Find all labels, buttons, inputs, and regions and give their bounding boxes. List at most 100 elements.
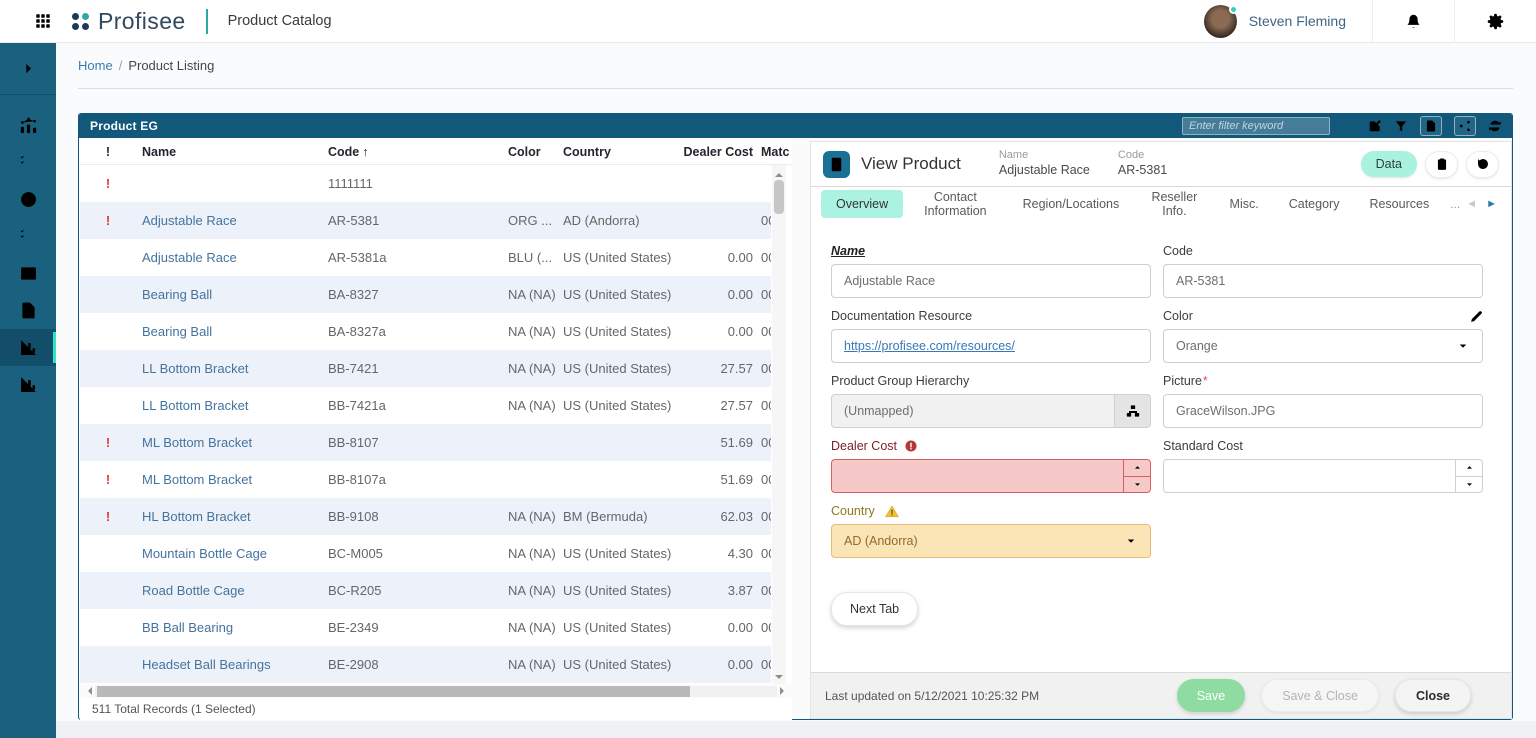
next-tab-button[interactable]: Next Tab [831, 592, 918, 626]
add-color-icon[interactable] [1446, 310, 1459, 323]
save-button[interactable]: Save [1177, 679, 1246, 712]
table-row[interactable]: BB Ball Bearing BE-2349 NA (NA) US (Unit… [80, 609, 771, 646]
cell-name: Adjustable Race [136, 213, 326, 228]
tab-region-locations[interactable]: Region/Locations [1008, 190, 1135, 218]
product-group-hierarchy-input[interactable]: (Unmapped) [831, 394, 1114, 428]
table-row[interactable]: ! ML Bottom Bracket BB-8107a 51.69 00 [80, 461, 771, 498]
table-row[interactable]: LL Bottom Bracket BB-7421a NA (NA) US (U… [80, 387, 771, 424]
dealer-cost-input[interactable] [831, 459, 1151, 493]
scroll-right-icon[interactable] [780, 687, 788, 695]
notifications-bell-icon[interactable] [1373, 13, 1454, 30]
sidebar-expand-button[interactable] [0, 43, 56, 95]
vertical-scrollbar-thumb[interactable] [774, 180, 784, 214]
color-dropdown[interactable]: Orange [1163, 329, 1483, 363]
column-header-error[interactable]: ! [80, 145, 136, 159]
logo-dots-icon [72, 13, 89, 30]
tab-resources[interactable]: Resources [1354, 190, 1444, 218]
color-label: Color [1163, 309, 1193, 323]
column-header-color[interactable]: Color [506, 145, 561, 159]
table-row[interactable]: Adjustable Race AR-5381a BLU (... US (Un… [80, 239, 771, 276]
tab-scroll-right-icon[interactable]: ► [1486, 198, 1497, 210]
table-row[interactable]: LL Bottom Bracket BB-7421 NA (NA) US (Un… [80, 350, 771, 387]
documentation-resource-input[interactable]: https://profisee.com/resources/ [831, 329, 1151, 363]
table-row[interactable]: Road Bottle Cage BC-R205 NA (NA) US (Uni… [80, 572, 771, 609]
breadcrumb-home-link[interactable]: Home [78, 58, 113, 73]
grid-rows: ! 1111111 ! Adjustable Race AR-5381 ORG … [80, 165, 771, 684]
avatar[interactable] [1204, 5, 1237, 38]
scroll-up-icon[interactable] [775, 169, 783, 177]
cell-country: AD (Andorra) [561, 213, 681, 228]
stepper-down-icon[interactable] [1124, 477, 1150, 493]
table-row[interactable]: ! 1111111 [80, 165, 771, 202]
refresh-icon[interactable] [1488, 119, 1502, 133]
history-icon[interactable] [1466, 151, 1499, 178]
name-input[interactable] [831, 264, 1151, 298]
table-row[interactable]: Bearing Ball BA-8327a NA (NA) US (United… [80, 313, 771, 350]
hierarchy-picker-icon[interactable] [1114, 394, 1151, 428]
code-input[interactable] [1163, 264, 1483, 298]
sidebar-item-checklist-icon[interactable] [0, 144, 56, 181]
sidebar-item-bar-chart-icon[interactable] [0, 366, 56, 403]
cell-country: US (United States) [561, 583, 681, 598]
sidebar-item-checklist-icon[interactable] [0, 218, 56, 255]
plus-icon[interactable] [1342, 119, 1356, 133]
table-row[interactable]: Bearing Ball BA-8327 NA (NA) US (United … [80, 276, 771, 313]
stepper-up-icon[interactable] [1456, 460, 1482, 477]
cell-code: AR-5381 [326, 213, 506, 228]
horizontal-scrollbar-thumb[interactable] [97, 686, 690, 697]
user-name[interactable]: Steven Fleming [1249, 13, 1346, 29]
sidebar-item-bar-chart-icon[interactable] [0, 329, 56, 366]
tab-scroll-nav: ◄ ► [1466, 198, 1501, 210]
cell-country: US (United States) [561, 398, 681, 413]
main-content: Home / Product Listing Product EG ! Name… [56, 43, 1536, 738]
tab-scroll-left-icon[interactable]: ◄ [1466, 198, 1477, 210]
tab-overview[interactable]: Overview [821, 190, 903, 218]
tab-misc[interactable]: Misc. [1215, 190, 1274, 218]
save-and-close-button[interactable]: Save & Close [1261, 679, 1379, 712]
table-row[interactable]: Headset Ball Bearings BE-2908 NA (NA) US… [80, 646, 771, 683]
tabs-overflow[interactable]: ... [1444, 197, 1466, 211]
column-header-name[interactable]: Name [136, 145, 326, 159]
table-row[interactable]: ! ML Bottom Bracket BB-8107 51.69 00 [80, 424, 771, 461]
header-divider [206, 9, 208, 34]
column-header-match[interactable]: Matc [761, 145, 801, 159]
scroll-down-icon[interactable] [775, 675, 783, 683]
tab-contact-information[interactable]: Contact Information [903, 183, 1008, 225]
scroll-left-icon[interactable] [84, 687, 92, 695]
picture-input[interactable] [1163, 394, 1483, 428]
table-row[interactable]: ! Adjustable Race AR-5381 ORG ... AD (An… [80, 202, 771, 239]
standard-cost-input[interactable] [1163, 459, 1483, 493]
settings-gear-icon[interactable] [1455, 13, 1536, 30]
column-header-code[interactable]: Code↑ [326, 145, 506, 159]
app-launcher-icon[interactable] [34, 10, 56, 32]
close-button[interactable]: Close [1395, 679, 1471, 712]
sidebar-item-columns-icon[interactable] [0, 255, 56, 292]
edit-color-icon[interactable] [1470, 310, 1483, 323]
vertical-scrollbar[interactable] [772, 165, 786, 684]
horizontal-scrollbar-track[interactable] [95, 686, 777, 697]
filter-keyword-input[interactable] [1182, 117, 1330, 135]
cell-color: NA (NA) [506, 657, 561, 672]
table-row[interactable]: Mountain Bottle Cage BC-M005 NA (NA) US … [80, 535, 771, 572]
sidebar-item-document-icon[interactable] [0, 292, 56, 329]
table-row[interactable]: ! HL Bottom Bracket BB-9108 NA (NA) BM (… [80, 498, 771, 535]
tab-reseller-info[interactable]: Reseller Info. [1134, 183, 1214, 225]
country-dropdown[interactable]: AD (Andorra) [831, 524, 1151, 558]
column-header-country[interactable]: Country [561, 145, 681, 159]
documentation-resource-link[interactable]: https://profisee.com/resources/ [844, 339, 1015, 353]
horizontal-scrollbar[interactable] [80, 684, 792, 698]
tab-category[interactable]: Category [1274, 190, 1355, 218]
sidebar-item-combo-chart-icon[interactable] [0, 107, 56, 144]
stepper-up-icon[interactable] [1124, 460, 1150, 477]
data-button[interactable]: Data [1361, 151, 1417, 177]
stepper-down-icon[interactable] [1456, 477, 1482, 493]
funnel-icon[interactable] [1394, 119, 1408, 133]
share-icon[interactable] [1454, 116, 1476, 136]
footer-buttons: Save Save & Close Close [1177, 679, 1497, 712]
excel-icon[interactable] [1420, 116, 1442, 136]
overview-form: Name Code Documentation Resource https:/… [811, 221, 1511, 568]
sidebar-item-gauge-icon[interactable] [0, 181, 56, 218]
edit-icon[interactable] [1368, 119, 1382, 133]
column-header-dealer-cost[interactable]: Dealer Cost [681, 145, 753, 159]
clipboard-check-icon[interactable] [1425, 151, 1458, 178]
